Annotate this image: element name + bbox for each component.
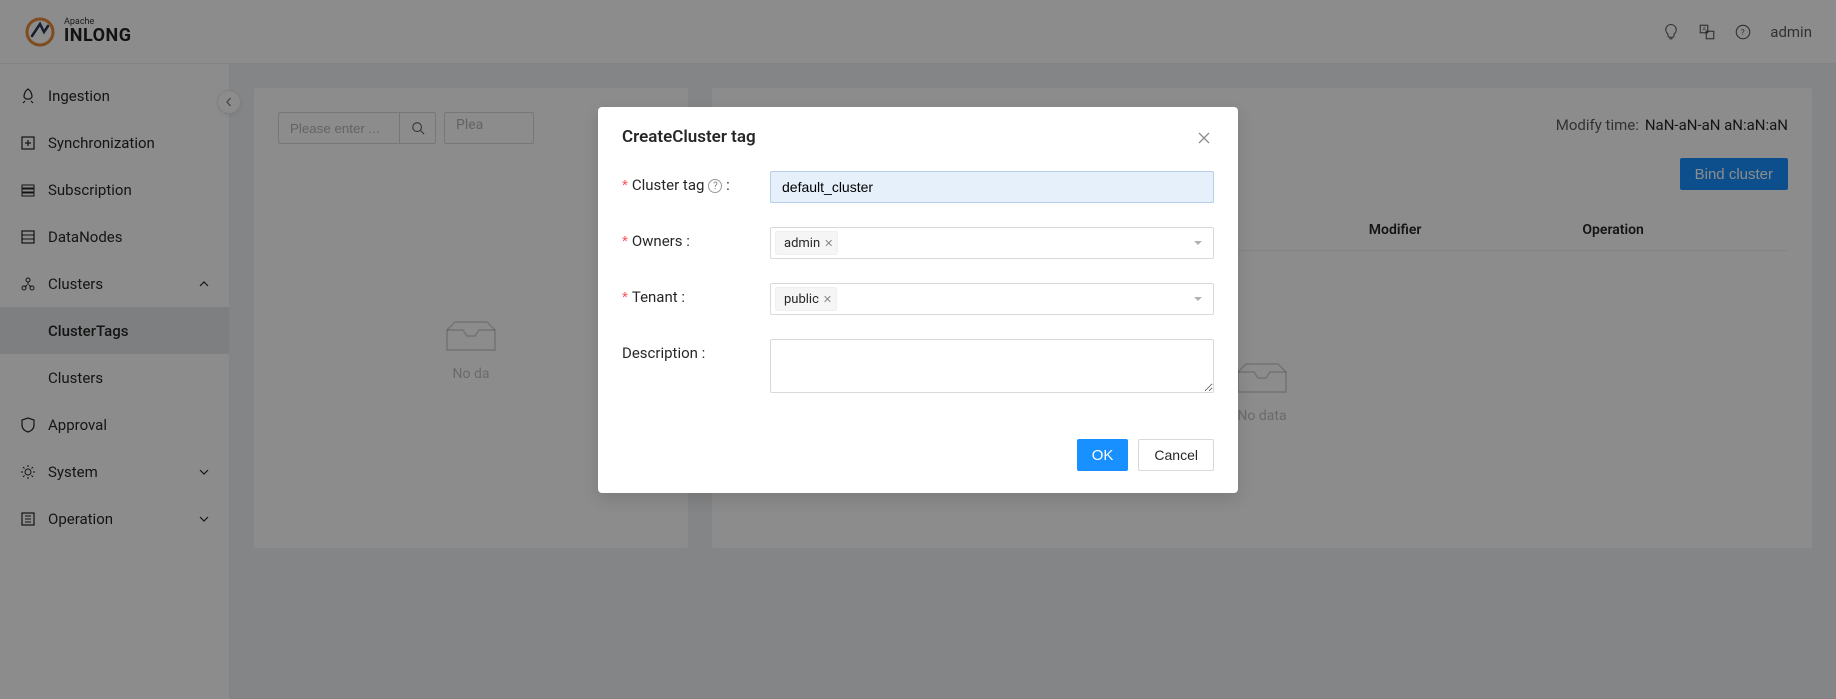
close-icon: [1198, 132, 1210, 144]
owners-label: *Owners :: [622, 227, 770, 250]
create-cluster-tag-modal: CreateCluster tag *Cluster tag? : *Owner…: [598, 107, 1238, 493]
owner-tag: admin✕: [775, 231, 838, 255]
description-label: Description :: [622, 339, 770, 362]
tenant-select[interactable]: public✕: [770, 283, 1214, 315]
owners-select[interactable]: admin✕: [770, 227, 1214, 259]
modal-title: CreateCluster tag: [622, 127, 756, 147]
tenant-tag: public✕: [775, 287, 837, 311]
description-textarea[interactable]: [770, 339, 1214, 393]
remove-tag-icon[interactable]: ✕: [823, 293, 832, 306]
cluster-tag-label: *Cluster tag? :: [622, 171, 770, 194]
remove-tag-icon[interactable]: ✕: [824, 237, 833, 250]
tenant-label: *Tenant :: [622, 283, 770, 306]
ok-button[interactable]: OK: [1077, 439, 1129, 471]
help-icon[interactable]: ?: [708, 179, 722, 193]
cluster-tag-input[interactable]: [770, 171, 1214, 203]
modal-close-button[interactable]: [1194, 127, 1214, 151]
cancel-button[interactable]: Cancel: [1138, 439, 1214, 471]
